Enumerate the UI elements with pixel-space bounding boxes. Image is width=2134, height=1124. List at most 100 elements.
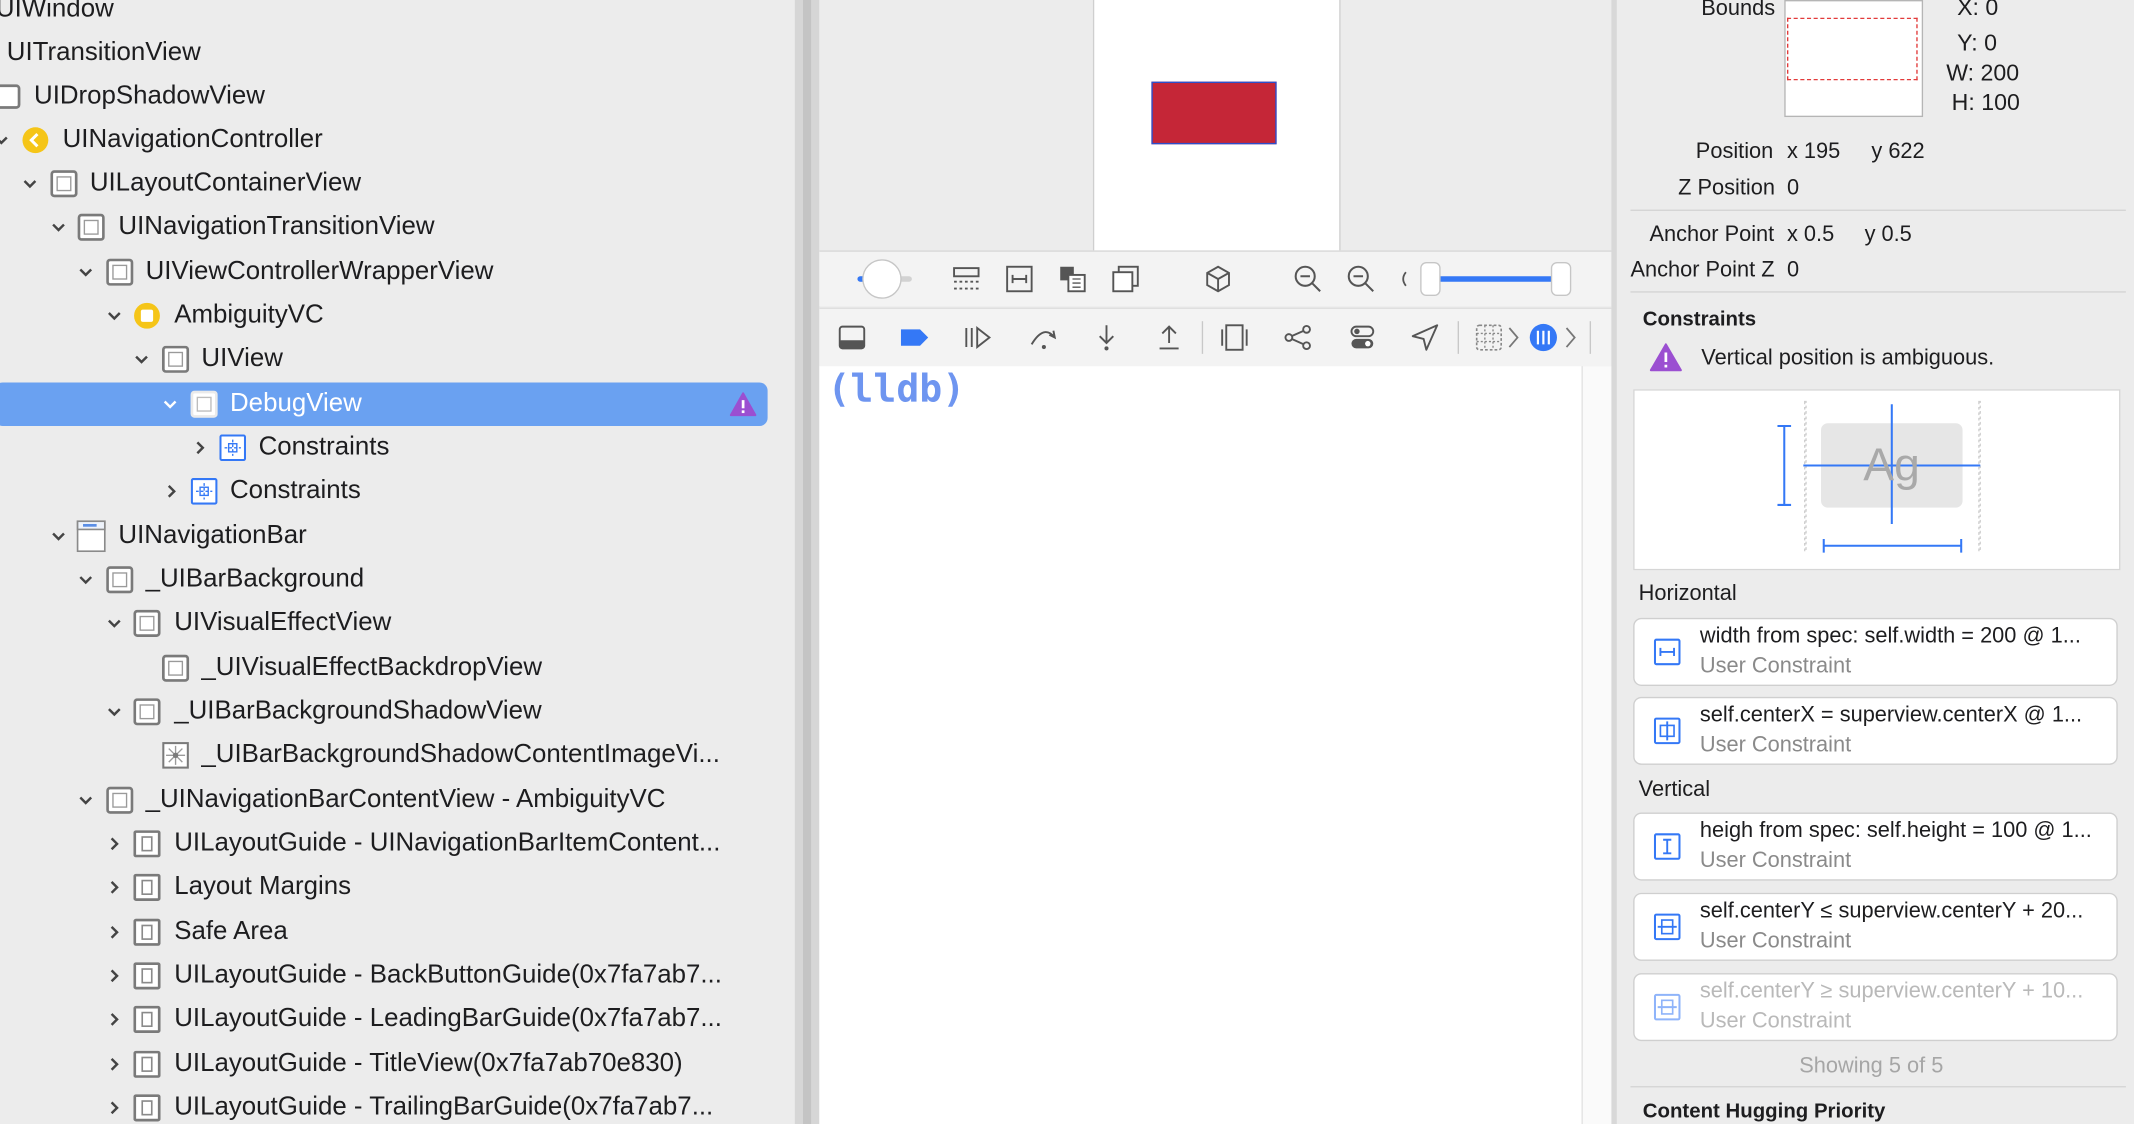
- selected-view-breadcrumb-icon[interactable]: [1527, 321, 1560, 354]
- constraint-card[interactable]: heigh from spec: self.height = 100 @ 1..…: [1633, 812, 2118, 881]
- bounds-diagram: [1784, 0, 1924, 118]
- tree-row-uinavigationtransitionview[interactable]: UINavigationTransitionView: [0, 206, 795, 250]
- debug-view-rendering[interactable]: [1151, 81, 1277, 145]
- tree-row-label: DebugView: [230, 389, 362, 418]
- tree-row-layout-guide[interactable]: UILayoutGuide - BackButtonGuide(0x7fa7ab…: [0, 954, 795, 998]
- clip-content-icon[interactable]: [950, 263, 983, 296]
- step-into-icon[interactable]: [1090, 321, 1123, 354]
- tree-row-uinavigationcontroller[interactable]: UINavigationController: [0, 118, 795, 162]
- tree-row-uitransitionview[interactable]: UITransitionView: [0, 31, 795, 75]
- constraint-preview: Ag: [1633, 389, 2121, 571]
- tree-row-layout-guide[interactable]: UILayoutGuide - TitleView(0x7fa7ab70e830…: [0, 1043, 795, 1087]
- grid-breadcrumb-icon[interactable]: [1473, 321, 1506, 354]
- hide-debug-area-icon[interactable]: [836, 321, 869, 354]
- view-mode-icon[interactable]: [1056, 263, 1089, 296]
- constraint-card[interactable]: self.centerY ≤ superview.centerY + 20...…: [1633, 892, 2118, 961]
- canvas-toolbar: [819, 250, 1612, 307]
- tree-row-constraints[interactable]: Constraints: [0, 470, 795, 514]
- navigator-splitter[interactable]: [794, 0, 820, 1124]
- chevron-down-icon[interactable]: [105, 702, 124, 721]
- warning-icon[interactable]: [729, 391, 757, 418]
- show-constraints-icon[interactable]: [1003, 263, 1036, 296]
- lldb-console[interactable]: (lldb): [819, 366, 1582, 1124]
- center-y-constraint-icon: [1653, 913, 1681, 941]
- chevron-right-icon[interactable]: [105, 923, 124, 942]
- chevron-right-icon[interactable]: [105, 1055, 124, 1074]
- tree-row-constraints[interactable]: Constraints: [0, 426, 795, 470]
- constraints-icon: [219, 434, 247, 462]
- tree-row-uibarbackground[interactable]: _UIBarBackground: [0, 558, 795, 602]
- zoom-actual-icon[interactable]: [1345, 263, 1378, 296]
- view-icon: [161, 345, 190, 373]
- step-over-icon[interactable]: [1028, 321, 1061, 354]
- tree-row-uinavigationbarcontentview[interactable]: _UINavigationBarContentView - AmbiguityV…: [0, 778, 795, 822]
- tree-row-label: UITransitionView: [6, 38, 201, 67]
- tree-row-safe-area[interactable]: Safe Area: [0, 911, 795, 955]
- chevron-down-icon[interactable]: [49, 218, 68, 237]
- tree-row-uiviewcontrollerwrapperview[interactable]: UIViewControllerWrapperView: [0, 250, 795, 294]
- chevron-right-icon[interactable]: [105, 1010, 124, 1029]
- tree-row-uilayoutcontainerview[interactable]: UILayoutContainerView: [0, 162, 795, 206]
- chevron-right-icon[interactable]: [105, 966, 124, 985]
- layout-guide-icon: [133, 873, 161, 901]
- memory-graph-icon[interactable]: [1282, 321, 1315, 354]
- tree-row-ambiguityvc[interactable]: AmbiguityVC: [0, 294, 795, 338]
- chevron-right-icon[interactable]: [105, 834, 124, 853]
- chevron-right-icon[interactable]: [162, 482, 181, 501]
- tree-row-uivisualeffectview[interactable]: UIVisualEffectView: [0, 602, 795, 646]
- chevron-down-icon[interactable]: [105, 306, 124, 325]
- tree-row-layout-guide[interactable]: UILayoutGuide - LeadingBarGuide(0x7fa7ab…: [0, 998, 795, 1042]
- range-slider[interactable]: [1418, 260, 1573, 298]
- simulate-location-icon[interactable]: [1409, 321, 1442, 354]
- debug-view-hierarchy-icon[interactable]: [1218, 321, 1251, 354]
- tree-row-uibarbackgroundshadowview[interactable]: _UIBarBackgroundShadowView: [0, 690, 795, 734]
- breakpoints-toggle-icon[interactable]: [898, 321, 931, 354]
- chevron-down-icon[interactable]: [20, 174, 39, 193]
- chevron-down-icon[interactable]: [49, 527, 68, 546]
- tree-row-layout-guide[interactable]: UILayoutGuide - UINavigationBarItemConte…: [0, 822, 795, 866]
- tree-row-uiwindow[interactable]: UIWindow: [0, 0, 795, 31]
- tree-row-uidropshadowview[interactable]: UIDropShadowView: [0, 75, 795, 119]
- tree-row-uiview[interactable]: UIView: [0, 338, 795, 382]
- vertical-label: Vertical: [1638, 778, 1711, 802]
- chevron-down-icon[interactable]: [76, 263, 95, 282]
- tree-row-label: UIViewControllerWrapperView: [145, 257, 494, 286]
- environment-overrides-icon[interactable]: [1346, 321, 1379, 354]
- chevron-down-icon[interactable]: [132, 350, 151, 369]
- step-out-icon[interactable]: [1153, 321, 1186, 354]
- position-x-value: x 195: [1786, 140, 1841, 164]
- constraint-card[interactable]: width from spec: self.width = 200 @ 1...…: [1633, 617, 2118, 686]
- tree-row-uinavigationbar[interactable]: UINavigationBar: [0, 514, 795, 558]
- constraint-card-inactive[interactable]: self.centerY ≥ superview.centerY + 10...…: [1633, 973, 2118, 1042]
- tree-row-label: Layout Margins: [174, 872, 352, 901]
- spacing-slider[interactable]: [855, 256, 918, 302]
- layers-icon[interactable]: [1109, 263, 1142, 296]
- view-icon: [106, 566, 134, 594]
- view-icon: [50, 170, 78, 198]
- chevron-down-icon[interactable]: [0, 131, 11, 150]
- chevron-down-icon[interactable]: [161, 395, 180, 414]
- tree-row-uibarbackgroundshadowcontentimageview[interactable]: _UIBarBackgroundShadowContentImageVi...: [0, 734, 795, 778]
- chevron-right-icon[interactable]: [191, 438, 210, 457]
- tree-row-layout-margins[interactable]: Layout Margins: [0, 866, 795, 910]
- breadcrumb-chevron-icon: [1562, 321, 1578, 354]
- tree-row-label: _UINavigationBarContentView - AmbiguityV…: [145, 785, 666, 814]
- bounds-x-value: X: 0: [1957, 0, 1999, 21]
- chevron-down-icon[interactable]: [76, 570, 95, 589]
- chevron-right-icon[interactable]: [105, 878, 124, 897]
- toolbar-divider: [1589, 321, 1592, 354]
- center-y-constraint-icon: [1653, 993, 1681, 1021]
- tree-row-label: UILayoutContainerView: [89, 168, 362, 198]
- 3d-orientation-icon[interactable]: [1202, 263, 1235, 296]
- tree-row-uivisualeffectbackdropview[interactable]: _UIVisualEffectBackdropView: [0, 646, 795, 690]
- chevron-right-icon[interactable]: [105, 1098, 124, 1117]
- tree-row-debugview-selected[interactable]: DebugView: [0, 382, 768, 426]
- console-scrollbar[interactable]: [1581, 366, 1613, 1124]
- zoom-out-icon[interactable]: [1292, 263, 1325, 296]
- chevron-down-icon[interactable]: [76, 791, 95, 810]
- constraint-card[interactable]: self.centerX = superview.centerX @ 1... …: [1633, 696, 2118, 765]
- continue-icon[interactable]: [961, 321, 994, 354]
- tree-row-label: _UIBarBackgroundShadowContentImageVi...: [201, 740, 720, 769]
- tree-row-layout-guide[interactable]: UILayoutGuide - TrailingBarGuide(0x7fa7a…: [0, 1086, 795, 1124]
- chevron-down-icon[interactable]: [105, 614, 124, 633]
